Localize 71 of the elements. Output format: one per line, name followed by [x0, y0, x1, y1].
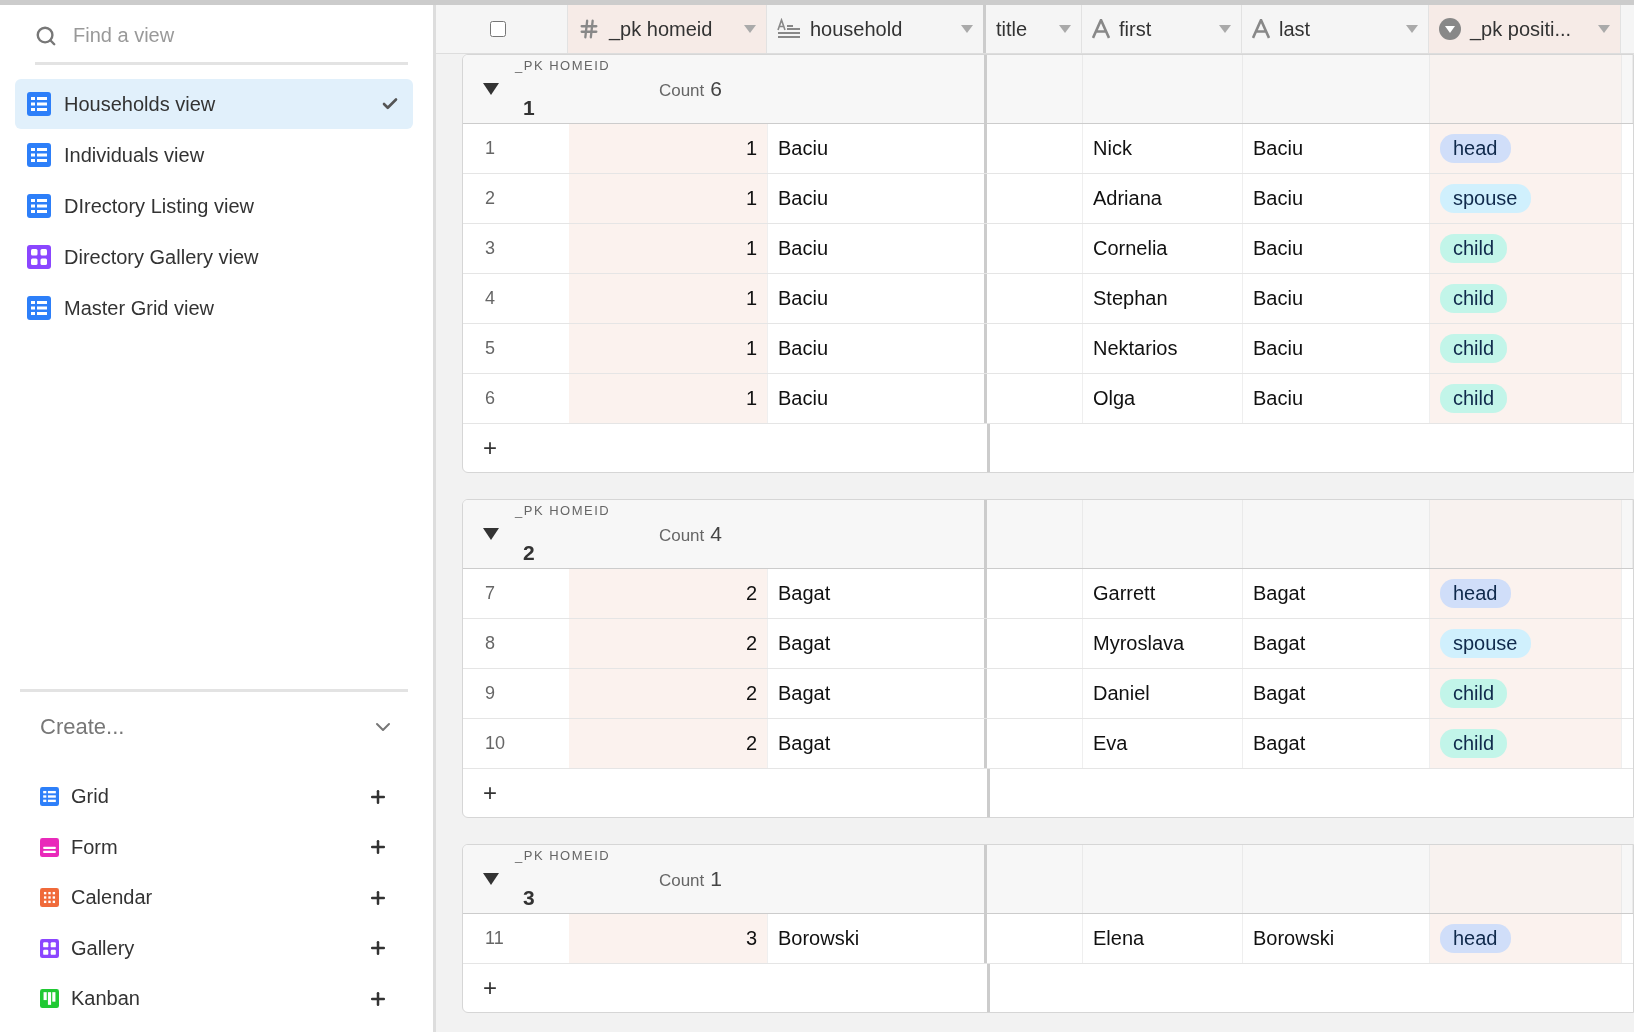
- form-icon: [40, 837, 59, 857]
- count-value: 4: [710, 522, 722, 546]
- group-field-label: _PK HOMEID: [515, 58, 611, 73]
- table-cell: 3: [569, 914, 768, 963]
- create-view-item[interactable]: Calendar: [20, 872, 408, 923]
- table-cell: 1: [569, 224, 768, 273]
- table-cell: 1: [569, 124, 768, 173]
- position-tag: child: [1440, 234, 1508, 263]
- table-cell: 2: [569, 569, 768, 618]
- position-tag: spouse: [1440, 184, 1531, 213]
- text-icon: [1252, 19, 1270, 39]
- text-icon: [1092, 19, 1110, 39]
- position-tag: child: [1440, 729, 1508, 758]
- position-tag: head: [1440, 579, 1511, 608]
- position-tag: child: [1440, 284, 1508, 313]
- search-icon: [35, 24, 57, 47]
- table-cell: 1: [569, 324, 768, 373]
- group-value: 2: [523, 541, 536, 565]
- grid-icon: [40, 787, 59, 807]
- view-item[interactable]: Households view: [15, 79, 413, 129]
- position-tag: child: [1440, 384, 1508, 413]
- collapse-triangle-icon[interactable]: [483, 83, 499, 95]
- kanban-icon: [40, 989, 59, 1009]
- position-tag: head: [1440, 134, 1511, 163]
- count-value: 6: [710, 77, 722, 101]
- table-cell: 2: [569, 619, 768, 668]
- count-value: 1: [710, 867, 722, 891]
- count-label: Count: [658, 526, 705, 546]
- table-cell: 1: [569, 274, 768, 323]
- table-cell: 2: [569, 669, 768, 718]
- create-view-item[interactable]: Grid: [20, 771, 408, 822]
- view-item[interactable]: Individuals view: [15, 130, 413, 180]
- table-cell: 1: [569, 174, 768, 223]
- group-value: 3: [523, 886, 536, 910]
- group-field-label: _PK HOMEID: [515, 848, 611, 863]
- view-item[interactable]: Master Grid view: [15, 283, 413, 333]
- position-tag: child: [1440, 679, 1508, 708]
- long-text-icon: [777, 18, 801, 40]
- position-tag: child: [1440, 334, 1508, 363]
- group-field-label: _PK HOMEID: [515, 503, 611, 518]
- gallery-icon: [40, 938, 59, 958]
- collapse-triangle-icon[interactable]: [483, 873, 499, 885]
- view-item[interactable]: DIrectory Listing view: [15, 181, 413, 231]
- grid-icon: [27, 194, 51, 218]
- collapse-triangle-icon[interactable]: [483, 528, 499, 540]
- view-item[interactable]: Directory Gallery view: [15, 232, 413, 282]
- hash-icon: [578, 18, 600, 40]
- create-view-item[interactable]: Kanban: [20, 973, 408, 1024]
- table-cell: 1: [569, 374, 768, 423]
- create-heading: Create...: [40, 713, 125, 740]
- table-cell: 2: [569, 719, 768, 768]
- grid-icon: [27, 143, 51, 167]
- create-view-item[interactable]: Gallery: [20, 923, 408, 974]
- grid-icon: [27, 92, 51, 116]
- create-view-item[interactable]: Form: [20, 822, 408, 873]
- select-all-checkbox[interactable]: [490, 21, 506, 37]
- grid-icon: [27, 296, 51, 320]
- search-field[interactable]: Find a view: [71, 23, 408, 48]
- dropdown-circle-icon: [1439, 18, 1461, 40]
- add-row-button[interactable]: +: [463, 964, 497, 1012]
- count-label: Count: [658, 81, 705, 101]
- column-header[interactable]: _pk homeid: [568, 5, 767, 53]
- add-row-button[interactable]: +: [463, 424, 497, 472]
- column-header[interactable]: _pk positi...: [1429, 5, 1621, 53]
- calendar-icon: [40, 888, 59, 908]
- position-tag: head: [1440, 924, 1511, 953]
- gallery-icon: [27, 245, 51, 269]
- position-tag: spouse: [1440, 629, 1531, 658]
- group-value: 1: [523, 96, 536, 120]
- add-row-button[interactable]: +: [463, 769, 497, 817]
- count-label: Count: [658, 871, 705, 891]
